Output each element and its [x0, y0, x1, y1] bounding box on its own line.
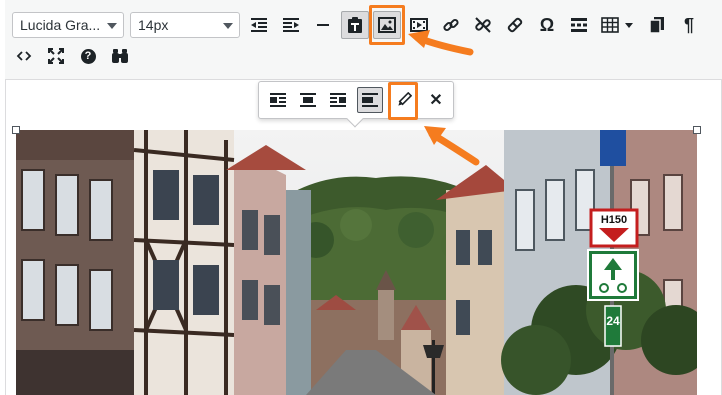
arrow-to-image-button: [408, 30, 474, 56]
annotation-arrows: [408, 30, 480, 166]
arrow-to-edit-button: [424, 126, 480, 166]
